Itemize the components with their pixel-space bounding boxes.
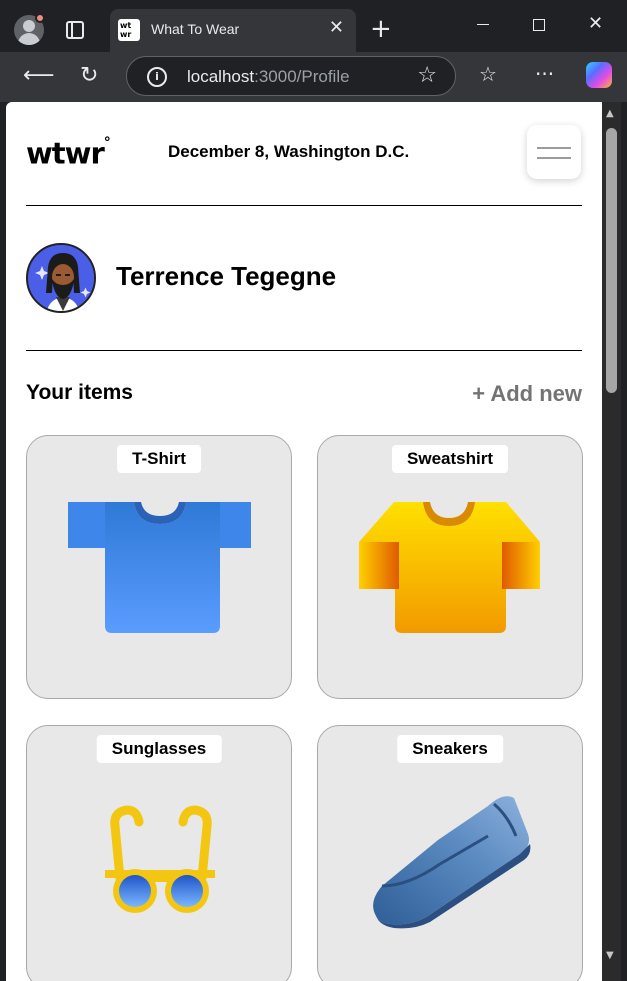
sneaker-icon [373, 796, 531, 929]
scrollbar[interactable]: ▲ ▼ [602, 102, 621, 981]
tab-title: What To Wear [151, 21, 240, 37]
item-card-tshirt[interactable]: T-Shirt [26, 435, 292, 699]
scroll-down-icon[interactable]: ▼ [606, 950, 614, 961]
back-icon[interactable]: ⟵ [23, 62, 55, 90]
tab-close-icon[interactable]: ✕ [329, 18, 344, 38]
bookmark-star-icon[interactable]: ☆ [417, 63, 437, 88]
site-info-icon[interactable]: i [147, 67, 167, 87]
url-host: localhost [187, 67, 255, 86]
address-bar[interactable]: i localhost:3000/Profile ☆ [126, 56, 456, 96]
favorites-icon[interactable]: ☆ [479, 62, 497, 86]
header-divider [26, 205, 582, 206]
logo-mark: ° [103, 135, 111, 151]
new-tab-icon[interactable]: + [370, 15, 392, 43]
more-menu-icon[interactable]: ··· [535, 62, 554, 86]
profile-divider [26, 350, 582, 351]
item-card-sunglasses[interactable]: Sunglasses [26, 725, 292, 981]
profile-head-shape [23, 20, 35, 32]
menu-line-icon [537, 147, 571, 149]
url-path: :3000/Profile [254, 67, 350, 86]
logo-text: wtwr [26, 136, 105, 171]
menu-line-icon [537, 157, 571, 159]
profile-body-shape [18, 33, 40, 45]
sunglasses-icon [105, 805, 215, 913]
minimize-icon[interactable] [477, 24, 489, 25]
item-card-sweatshirt[interactable]: Sweatshirt [317, 435, 583, 699]
browser-toolbar: ⟵ ↻ i localhost:3000/Profile ☆ ☆ ··· [0, 52, 627, 102]
logo[interactable]: wtwr° [26, 132, 111, 171]
notification-dot-icon [35, 13, 45, 23]
scroll-thumb[interactable] [606, 128, 617, 393]
browser-tab-strip: wt wr What To Wear ✕ + ✕ [0, 0, 627, 52]
scroll-up-icon[interactable]: ▲ [606, 108, 614, 119]
url-text: localhost:3000/Profile [187, 67, 350, 87]
avatar [26, 243, 96, 313]
date-location: December 8, Washington D.C. [168, 142, 410, 161]
maximize-icon[interactable] [533, 19, 545, 31]
avatar-illustration [28, 245, 94, 311]
window-close-icon[interactable]: ✕ [588, 13, 603, 34]
reload-icon[interactable]: ↻ [80, 62, 98, 90]
sweatshirt-icon [359, 502, 540, 633]
item-card-sneakers[interactable]: Sneakers [317, 725, 583, 981]
copilot-icon[interactable] [586, 62, 612, 88]
tab-what-to-wear[interactable]: wt wr What To Wear ✕ [110, 9, 356, 52]
add-new-button[interactable]: + Add new [472, 381, 582, 407]
favicon-icon: wt wr [118, 19, 140, 41]
tshirt-icon [68, 502, 251, 633]
page-viewport: wtwr° December 8, Washington D.C. Terren… [6, 102, 602, 981]
hamburger-menu-button[interactable] [527, 125, 581, 179]
tab-actions-icon[interactable] [66, 21, 84, 39]
profile-name: Terrence Tegegne [116, 261, 337, 291]
your-items-heading: Your items [26, 381, 133, 404]
